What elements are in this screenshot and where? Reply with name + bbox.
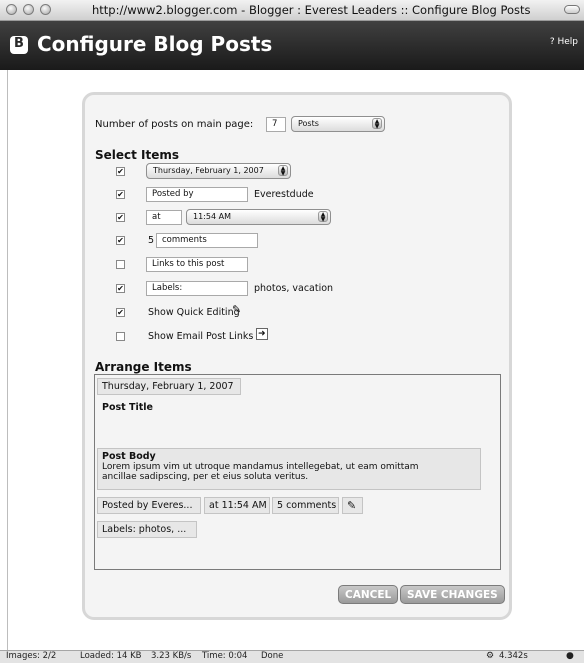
status-timer: 4.342s [499, 651, 528, 661]
arrange-item-title[interactable]: Post Title [97, 399, 489, 421]
links-input[interactable]: Links to this post [146, 257, 248, 272]
arrange-item-comments[interactable]: 5 comments [272, 497, 339, 514]
comments-count: 5 [148, 235, 155, 246]
comments-input[interactable]: comments [156, 233, 258, 248]
zoom-window-button[interactable] [40, 4, 51, 15]
pencil-icon: ✎ [232, 303, 242, 316]
email-links-label: Show Email Post Links [148, 331, 254, 342]
close-window-button[interactable] [6, 4, 17, 15]
window-title-bar: http://www2.blogger.com - Blogger : Ever… [0, 0, 584, 21]
checkbox-email-links[interactable] [116, 332, 125, 341]
cancel-button[interactable]: CANCEL [338, 585, 399, 604]
date-format-value: Thursday, February 1, 2007 [153, 166, 264, 175]
checkbox-posted-by[interactable] [116, 190, 125, 199]
timer-icon: ⚙ [486, 651, 495, 661]
arrange-item-posted-by[interactable]: Posted by Everes... [97, 497, 201, 514]
at-input[interactable]: at [146, 210, 182, 225]
window-title: http://www2.blogger.com - Blogger : Ever… [92, 3, 531, 17]
status-indicator-icon: ● [566, 651, 574, 661]
arrange-items-heading: Arrange Items [95, 360, 192, 374]
status-images: Images: 2/2 [6, 651, 57, 661]
time-format-value: 11:54 AM [193, 212, 231, 221]
email-arrow-icon: ➜ [256, 328, 268, 340]
checkbox-links[interactable] [116, 260, 125, 269]
labels-value: photos, vacation [254, 283, 334, 294]
post-body-text-line1: Lorem ipsum vim ut utroque mandamus inte… [102, 462, 419, 472]
select-arrows-icon: ▲ ▼ [372, 118, 382, 130]
date-format-select[interactable]: Thursday, February 1, 2007 ▲ ▼ [146, 163, 291, 179]
posts-unit-value: Posts [298, 119, 319, 128]
status-time: Time: 0:04 [202, 651, 248, 661]
status-state: Done [261, 651, 284, 661]
toolbar-toggle-button[interactable] [564, 5, 580, 14]
arrange-item-date[interactable]: Thursday, February 1, 2007 [97, 378, 241, 395]
minimize-window-button[interactable] [23, 4, 34, 15]
post-body-text-line2: ancillae sadipscing, per et eius soluta … [102, 472, 309, 482]
save-changes-button[interactable]: SAVE CHANGES [400, 585, 505, 604]
arrange-item-quick-edit-icon[interactable]: ✎ [342, 497, 363, 514]
help-link[interactable]: ? Help [550, 37, 578, 47]
quick-edit-label: Show Quick Editing [148, 307, 240, 318]
labels-input[interactable]: Labels: [146, 281, 248, 296]
posted-by-input[interactable]: Posted by [146, 187, 248, 202]
status-bar: Images: 2/2 Loaded: 14 KB 3.23 KB/s Time… [0, 650, 584, 663]
blogger-logo-icon [10, 36, 28, 54]
page-title: Configure Blog Posts [37, 32, 273, 56]
checkbox-labels[interactable] [116, 284, 125, 293]
checkbox-date[interactable] [116, 167, 125, 176]
arrange-item-body[interactable]: Post Body Lorem ipsum vim ut utroque man… [97, 448, 481, 490]
posts-count-label: Number of posts on main page: [95, 119, 254, 130]
checkbox-quick-edit[interactable] [116, 308, 125, 317]
status-loaded: Loaded: 14 KB [80, 651, 142, 661]
arrange-item-labels[interactable]: Labels: photos, ... [97, 521, 197, 538]
time-format-select[interactable]: 11:54 AM ▲ ▼ [186, 209, 331, 225]
select-items-heading: Select Items [95, 148, 180, 162]
posts-count-input[interactable]: 7 [266, 117, 286, 132]
checkbox-time[interactable] [116, 213, 125, 222]
status-speed: 3.23 KB/s [151, 651, 192, 661]
post-body-heading: Post Body [102, 451, 156, 462]
blogger-header: Configure Blog Posts ? Help [0, 21, 584, 70]
select-arrows-icon: ▲ ▼ [318, 211, 328, 223]
select-arrows-icon: ▲ ▼ [278, 165, 288, 177]
checkbox-comments[interactable] [116, 236, 125, 245]
posted-by-author: Everestdude [254, 189, 314, 200]
arrange-item-time[interactable]: at 11:54 AM [204, 497, 270, 514]
posts-unit-select[interactable]: Posts ▲ ▼ [291, 116, 385, 132]
